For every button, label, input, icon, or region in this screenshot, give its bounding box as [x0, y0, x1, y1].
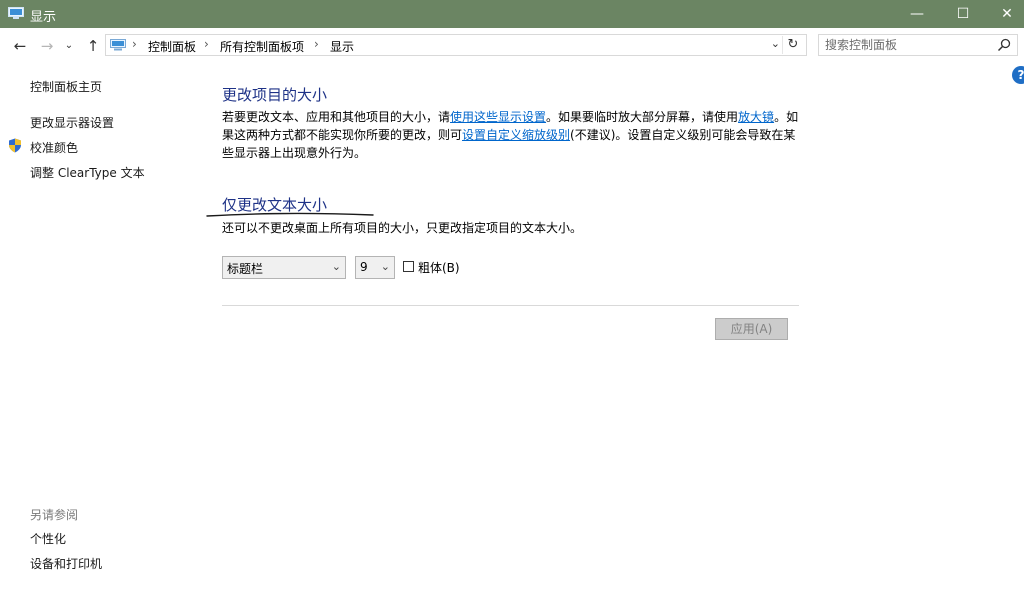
section-description: 若要更改文本、应用和其他项目的大小，请使用这些显示设置。如果要临时放大部分屏幕，… [222, 108, 802, 162]
item-select[interactable]: 标题栏 ⌄ [222, 256, 346, 279]
forward-arrow-icon[interactable]: → [38, 37, 56, 55]
recent-locations-chevron-icon[interactable]: ⌄ [63, 37, 75, 55]
breadcrumb-separator: › [314, 37, 319, 51]
apply-button[interactable]: 应用(A) [715, 318, 788, 340]
help-icon[interactable]: ? [1012, 66, 1024, 84]
search-box[interactable] [818, 34, 1018, 56]
breadcrumb-control-panel[interactable]: 控制面板 [148, 38, 196, 55]
up-arrow-icon[interactable]: ↑ [84, 37, 102, 55]
uac-shield-icon [9, 138, 21, 153]
sidebar-item-change-display-settings[interactable]: 更改显示器设置 [30, 114, 114, 131]
description-text: 。如果要临时放大部分屏幕，请使用 [546, 110, 739, 124]
magnifier-link[interactable]: 放大镜 [738, 110, 774, 124]
chevron-down-icon: ⌄ [331, 260, 341, 273]
address-dropdown-icon[interactable]: ⌄ [771, 37, 780, 50]
display-app-icon [8, 7, 24, 19]
sidebar-item-devices-printers[interactable]: 设备和打印机 [30, 555, 102, 572]
control-panel-icon [110, 39, 126, 51]
window-title: 显示 [30, 10, 57, 25]
sidebar-item-personalization[interactable]: 个性化 [30, 530, 66, 547]
breadcrumb-separator: › [132, 37, 137, 51]
bold-checkbox-label[interactable]: 粗体(B) [418, 259, 460, 276]
breadcrumb-display[interactable]: 显示 [330, 38, 354, 55]
item-select-value: 标题栏 [227, 262, 264, 276]
divider [222, 305, 799, 306]
title-bar: 显示 — ☐ ✕ [0, 0, 1024, 28]
custom-scaling-link[interactable]: 设置自定义缩放级别 [462, 128, 570, 142]
sidebar-item-home[interactable]: 控制面板主页 [30, 78, 102, 95]
breadcrumb-separator: › [204, 37, 209, 51]
breadcrumb-all-items[interactable]: 所有控制面板项 [220, 38, 304, 55]
refresh-icon[interactable]: ↻ [782, 36, 803, 54]
minimize-button[interactable]: — [894, 0, 940, 28]
maximize-button[interactable]: ☐ [940, 0, 986, 28]
search-icon[interactable] [997, 38, 1011, 52]
bold-checkbox[interactable] [403, 261, 414, 272]
sidebar-item-cleartype[interactable]: 调整 ClearType 文本 [30, 164, 145, 181]
search-input[interactable] [825, 37, 985, 53]
font-size-select[interactable]: 9 ⌄ [355, 256, 395, 279]
section2-description: 还可以不更改桌面上所有项目的大小，只更改指定项目的文本大小。 [222, 221, 583, 235]
address-bar[interactable]: › 控制面板 › 所有控制面板项 › 显示 ⌄ ↻ [105, 34, 807, 56]
back-arrow-icon[interactable]: ← [11, 37, 29, 55]
sidebar-item-calibrate-color[interactable]: 校准颜色 [30, 139, 78, 156]
close-button[interactable]: ✕ [984, 0, 1024, 28]
chevron-down-icon: ⌄ [380, 260, 390, 273]
font-size-value: 9 [360, 260, 368, 274]
description-text: 若要更改文本、应用和其他项目的大小，请 [222, 110, 451, 124]
display-settings-link[interactable]: 使用这些显示设置 [450, 110, 546, 124]
see-also-heading: 另请参阅 [30, 508, 79, 522]
section-title-change-item-size: 更改项目的大小 [222, 86, 328, 104]
